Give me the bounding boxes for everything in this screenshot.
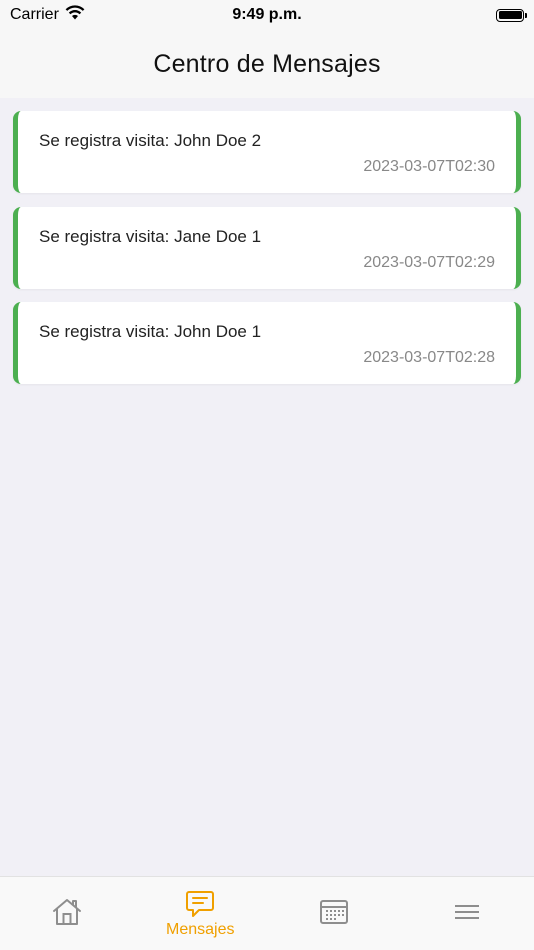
message-timestamp: 2023-03-07T02:28 [363, 349, 495, 366]
tab-home[interactable] [0, 877, 134, 950]
message-text: Se registra visita: Jane Doe 1 [39, 226, 262, 246]
message-text: Se registra visita: John Doe 2 [39, 131, 262, 150]
status-bar: Carrier 9:49 p.m. [0, 0, 534, 30]
message-timestamp: 2023-03-07T02:29 [363, 253, 495, 271]
message-card[interactable]: Se registra visita: John Doe 1 2023-03-0… [13, 302, 521, 384]
tab-label: Mensajes [166, 921, 235, 938]
menu-icon [454, 897, 480, 927]
message-timestamp: 2023-03-07T02:30 [363, 158, 495, 175]
message-text: Se registra visita: John Doe 1 [39, 322, 262, 341]
screen: Carrier 9:49 p.m. Centro de Mensajes Se … [0, 0, 534, 950]
message-card[interactable]: Se registra visita: John Doe 2 2023-03-0… [13, 111, 521, 193]
battery-fill [498, 11, 522, 19]
message-card[interactable]: Se registra visita: Jane Doe 1 2023-03-0… [13, 206, 521, 289]
calendar-icon [319, 897, 349, 927]
tab-bar: Mensajes [0, 876, 534, 950]
tab-mensajes[interactable]: Mensajes [134, 877, 268, 950]
carrier-label: Carrier [10, 6, 59, 23]
nav-header: Centro de Mensajes [0, 30, 534, 98]
status-left: Carrier [10, 5, 85, 25]
battery-icon [496, 8, 527, 22]
tab-menu[interactable] [401, 877, 534, 950]
message-icon [185, 889, 215, 919]
home-icon [51, 897, 83, 927]
wifi-icon [65, 5, 85, 25]
page-title: Centro de Mensajes [153, 49, 381, 78]
message-list: Se registra visita: John Doe 2 2023-03-0… [13, 111, 521, 398]
tab-calendar[interactable] [267, 877, 401, 950]
